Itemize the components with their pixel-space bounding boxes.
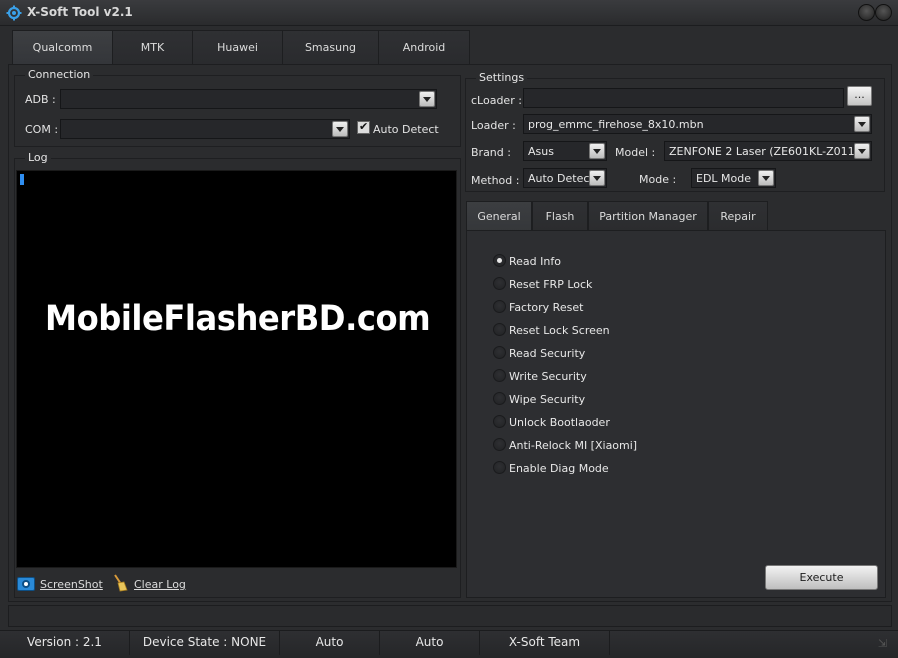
status-field-4: Auto bbox=[380, 631, 480, 655]
method-label: Method : bbox=[471, 174, 520, 187]
settings-title: Settings bbox=[476, 71, 528, 84]
tab-flash[interactable]: Flash bbox=[532, 201, 588, 231]
chevron-down-icon[interactable] bbox=[332, 121, 348, 137]
option-label[interactable]: Write Security bbox=[509, 370, 587, 383]
option-label[interactable]: Enable Diag Mode bbox=[509, 462, 609, 475]
chevron-down-icon[interactable] bbox=[758, 170, 774, 186]
chevron-down-icon[interactable] bbox=[589, 170, 605, 186]
radio-wipe-security[interactable] bbox=[493, 392, 506, 405]
status-bar: Version : 2.1 Device State : NONE Auto A… bbox=[0, 630, 898, 658]
radio-reset-frp[interactable] bbox=[493, 277, 506, 290]
gear-icon bbox=[6, 5, 22, 21]
close-button[interactable] bbox=[875, 4, 892, 21]
tab-qualcomm[interactable]: Qualcomm bbox=[13, 31, 113, 64]
tab-partition-manager[interactable]: Partition Manager bbox=[588, 201, 708, 231]
status-team: X-Soft Team bbox=[480, 631, 610, 655]
title-bar: X-Soft Tool v2.1 bbox=[0, 0, 898, 26]
brand-value: Asus bbox=[528, 145, 554, 158]
auto-detect-label: Auto Detect bbox=[373, 123, 439, 136]
radio-enable-diag[interactable] bbox=[493, 461, 506, 474]
chevron-down-icon[interactable] bbox=[589, 143, 605, 159]
model-value: ZENFONE 2 Laser (ZE601KL-Z011D) bbox=[669, 145, 868, 158]
watermark-text: MobileFlasherBD.com bbox=[45, 299, 431, 339]
camera-icon[interactable] bbox=[17, 577, 35, 591]
model-select[interactable]: ZENFONE 2 Laser (ZE601KL-Z011D) bbox=[664, 141, 872, 161]
chevron-down-icon[interactable] bbox=[854, 116, 870, 132]
loader-select[interactable]: prog_emmc_firehose_8x10.mbn bbox=[523, 114, 872, 134]
model-label: Model : bbox=[615, 146, 656, 159]
com-label: COM : bbox=[25, 123, 59, 136]
tab-general[interactable]: General bbox=[466, 201, 532, 231]
adb-select[interactable] bbox=[60, 89, 437, 109]
radio-write-security[interactable] bbox=[493, 369, 506, 382]
operation-tab-bar: General Flash Partition Manager Repair bbox=[466, 201, 768, 231]
log-title: Log bbox=[25, 151, 51, 164]
loader-value: prog_emmc_firehose_8x10.mbn bbox=[528, 118, 704, 131]
option-label[interactable]: Wipe Security bbox=[509, 393, 585, 406]
tab-mtk[interactable]: MTK bbox=[113, 31, 193, 64]
tab-repair[interactable]: Repair bbox=[708, 201, 768, 231]
connection-title: Connection bbox=[25, 68, 94, 81]
tab-smasung[interactable]: Smasung bbox=[283, 31, 379, 64]
window-title: X-Soft Tool v2.1 bbox=[27, 5, 133, 19]
option-label[interactable]: Read Info bbox=[509, 255, 561, 268]
log-output[interactable]: MobileFlasherBD.com bbox=[16, 170, 457, 568]
main-tab-bar: Qualcomm MTK Huawei Smasung Android bbox=[12, 30, 470, 64]
radio-anti-relock[interactable] bbox=[493, 438, 506, 451]
brand-select[interactable]: Asus bbox=[523, 141, 607, 161]
radio-read-info[interactable] bbox=[493, 254, 506, 267]
com-select[interactable] bbox=[60, 119, 350, 139]
radio-reset-lock-screen[interactable] bbox=[493, 323, 506, 336]
auto-detect-checkbox[interactable] bbox=[357, 120, 370, 134]
tab-huawei[interactable]: Huawei bbox=[193, 31, 283, 64]
option-label[interactable]: Anti-Relock MI [Xiaomi] bbox=[509, 439, 637, 452]
option-label[interactable]: Reset Lock Screen bbox=[509, 324, 610, 337]
radio-unlock-bootloader[interactable] bbox=[493, 415, 506, 428]
minimize-button[interactable] bbox=[858, 4, 875, 21]
option-label[interactable]: Unlock Bootlaoder bbox=[509, 416, 610, 429]
radio-read-security[interactable] bbox=[493, 346, 506, 359]
execute-button[interactable]: Execute bbox=[765, 565, 878, 590]
mode-label: Mode : bbox=[639, 173, 677, 186]
option-label[interactable]: Read Security bbox=[509, 347, 585, 360]
progress-bar bbox=[8, 605, 892, 627]
tab-android[interactable]: Android bbox=[379, 31, 469, 64]
cloader-label: cLoader : bbox=[471, 94, 522, 107]
brand-label: Brand : bbox=[471, 146, 511, 159]
loader-label: Loader : bbox=[471, 119, 516, 132]
mode-select[interactable]: EDL Mode bbox=[691, 168, 776, 188]
method-select[interactable]: Auto Detect bbox=[523, 168, 607, 188]
cloader-field[interactable] bbox=[523, 88, 844, 108]
resize-grip-icon[interactable]: ⇲ bbox=[878, 637, 890, 650]
option-label[interactable]: Factory Reset bbox=[509, 301, 583, 314]
text-caret bbox=[20, 174, 24, 185]
chevron-down-icon[interactable] bbox=[419, 91, 435, 107]
adb-label: ADB : bbox=[25, 93, 56, 106]
method-value: Auto Detect bbox=[528, 172, 594, 185]
option-label[interactable]: Reset FRP Lock bbox=[509, 278, 592, 291]
browse-button[interactable]: ... bbox=[847, 86, 872, 106]
mode-value: EDL Mode bbox=[696, 172, 752, 185]
status-device-state: Device State : NONE bbox=[130, 631, 280, 655]
radio-factory-reset[interactable] bbox=[493, 300, 506, 313]
status-field-3: Auto bbox=[280, 631, 380, 655]
screenshot-link[interactable]: ScreenShot bbox=[40, 578, 103, 591]
broom-icon[interactable] bbox=[112, 574, 128, 592]
status-version: Version : 2.1 bbox=[0, 631, 130, 655]
chevron-down-icon[interactable] bbox=[854, 143, 870, 159]
clear-log-link[interactable]: Clear Log bbox=[134, 578, 186, 591]
